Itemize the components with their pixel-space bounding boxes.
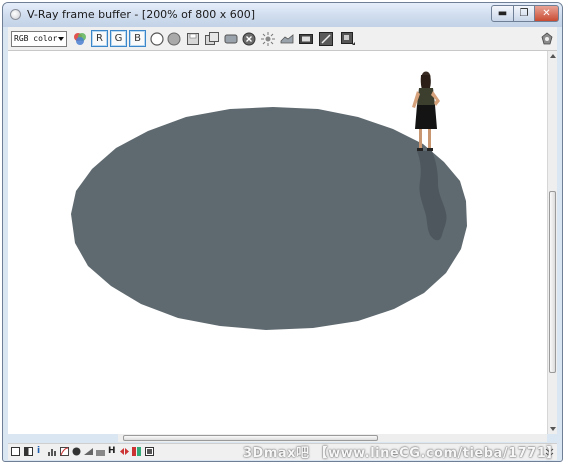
close-button[interactable]: ✕	[534, 5, 559, 22]
minimize-button[interactable]: ▬	[491, 5, 514, 22]
compare-icon[interactable]	[132, 447, 141, 456]
render-viewport[interactable]	[8, 51, 547, 434]
levels-icon[interactable]	[48, 447, 57, 456]
region-render-icon[interactable]	[279, 31, 295, 47]
scroll-up-icon[interactable]	[550, 54, 556, 58]
rendered-image	[71, 71, 467, 330]
vertical-scroll-thumb[interactable]	[549, 191, 556, 373]
maximize-button[interactable]: ❐	[513, 5, 535, 22]
channel-select[interactable]: RGB color	[11, 31, 67, 47]
clear-image-icon[interactable]	[223, 31, 239, 47]
track-mouse-icon[interactable]	[260, 31, 276, 47]
horizontal-scroll-thumb[interactable]	[123, 435, 378, 441]
lut-icon[interactable]	[24, 447, 33, 456]
stop-render-icon[interactable]	[241, 31, 257, 47]
monochrome-icon[interactable]	[166, 31, 182, 47]
display-color-correction-icon[interactable]	[11, 447, 20, 456]
curve-icon[interactable]	[60, 447, 69, 456]
lens-effects-icon[interactable]	[120, 447, 129, 456]
vray-frame-buffer-window: V-Ray frame buffer - [200% of 800 x 600]…	[2, 2, 563, 462]
histogram-icon[interactable]	[96, 447, 105, 456]
color-channels-icon[interactable]	[72, 31, 88, 47]
title-bar[interactable]: V-Ray frame buffer - [200% of 800 x 600]…	[3, 3, 562, 27]
horizontal-scrollbar[interactable]	[118, 434, 547, 442]
save-all-icon[interactable]	[204, 31, 220, 47]
red-channel-button[interactable]: R	[91, 30, 108, 47]
alpha-channel-icon[interactable]	[149, 31, 165, 47]
floor-disc	[71, 107, 467, 330]
history-icon[interactable]: H	[108, 447, 117, 456]
render-last-icon[interactable]	[318, 31, 334, 47]
woman-figure	[412, 71, 440, 151]
chevron-down-icon	[58, 37, 64, 41]
toolbar: RGB color R G B	[8, 27, 557, 51]
save-image-icon[interactable]	[185, 31, 201, 47]
app-icon	[10, 9, 21, 20]
pixel-info-icon[interactable]	[340, 31, 356, 47]
watermark-text: 3Dmax吧 【www.lineCG.com/tieba/1771】	[243, 446, 560, 461]
vfb-options-icon[interactable]	[145, 447, 154, 456]
channel-select-value: RGB color	[14, 34, 58, 43]
scroll-down-icon[interactable]	[550, 427, 556, 431]
info-icon[interactable]: i	[37, 447, 46, 456]
blue-channel-button[interactable]: B	[129, 30, 146, 47]
vertical-scrollbar[interactable]	[547, 51, 557, 434]
settings-icon[interactable]	[539, 31, 555, 47]
green-channel-button[interactable]: G	[110, 30, 127, 47]
exposure-icon[interactable]	[72, 447, 81, 456]
srgb-icon[interactable]	[84, 447, 93, 456]
window-title: V-Ray frame buffer - [200% of 800 x 600]	[27, 8, 256, 21]
duplicate-vfb-icon[interactable]	[298, 31, 314, 47]
